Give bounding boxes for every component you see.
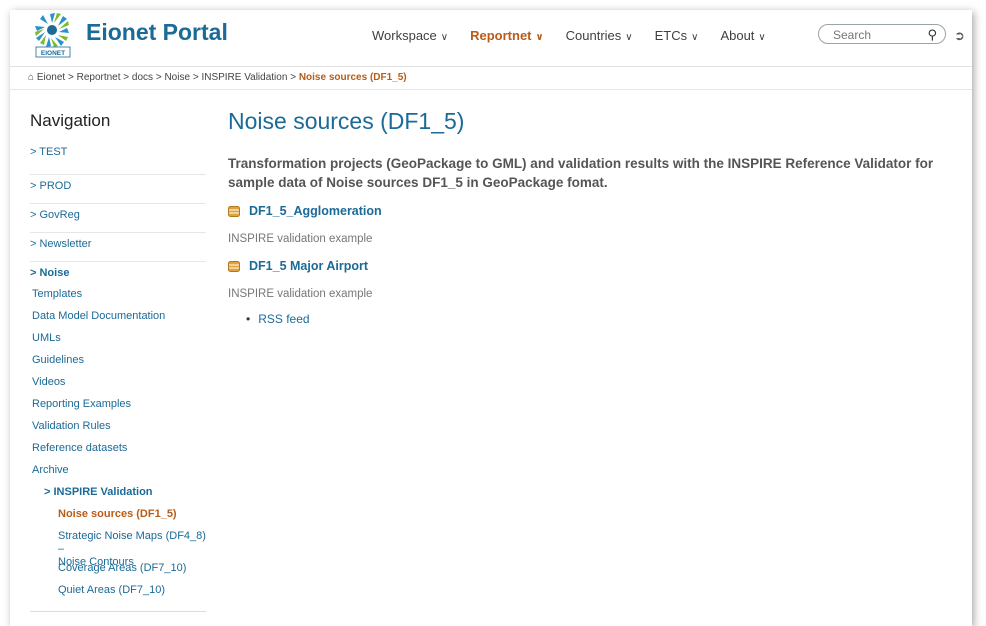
nav-label: Countries	[565, 28, 622, 43]
home-icon[interactable]: ⌂	[28, 72, 34, 83]
logo-text: EIONET	[41, 50, 65, 57]
nav-label: About	[720, 28, 755, 43]
nav-label: Reportnet	[470, 28, 532, 43]
breadcrumb-item[interactable]: Reportnet	[77, 72, 121, 83]
sidebar-subitem-coverage-areas[interactable]: Coverage Areas (DF7_10)	[30, 562, 206, 584]
header-divider	[10, 66, 972, 67]
breadcrumb-separator: >	[290, 72, 297, 83]
sidebar-subitem-reporting-examples[interactable]: Reporting Examples	[30, 398, 206, 420]
resource-label: DF1_5_Agglomeration	[249, 204, 382, 218]
breadcrumb-item[interactable]: INSPIRE Validation	[201, 72, 287, 83]
breadcrumb: ⌂ Eionet > Reportnet > docs > Noise > IN…	[28, 72, 407, 83]
sidebar-subitem-quiet-areas[interactable]: Quiet Areas (DF7_10)	[30, 584, 206, 606]
nav-etcs[interactable]: ETCs ∨	[655, 28, 699, 43]
nav-reportnet[interactable]: Reportnet ∨	[470, 28, 544, 43]
site-brand[interactable]: Eionet Portal	[86, 19, 228, 46]
nav-label: ETCs	[654, 28, 688, 43]
sidebar-item-prod[interactable]: > PROD	[30, 175, 206, 204]
resource-link-agglomeration[interactable]: DF1_5_Agglomeration	[228, 204, 382, 218]
resource-description: INSPIRE validation example	[228, 288, 373, 300]
sidebar-subitem-reference-datasets[interactable]: Reference datasets	[30, 442, 206, 464]
chevron-down-icon: ∨	[535, 32, 544, 43]
chevron-right-icon: >	[30, 146, 40, 158]
search-placeholder: Search	[833, 28, 872, 42]
page-description: Transformation projects (GeoPackage to G…	[228, 156, 934, 190]
chevron-down-icon: ∨	[758, 32, 766, 43]
page-title: Noise sources (DF1_5)	[228, 108, 465, 134]
sidebar-item-test[interactable]: > TEST	[30, 146, 206, 175]
breadcrumb-item[interactable]: Eionet	[37, 72, 65, 83]
sidebar-item-govreg[interactable]: > GovReg	[30, 204, 206, 233]
search-icon[interactable]: ⚲	[927, 27, 937, 43]
breadcrumb-separator: >	[192, 72, 199, 83]
sidebar-subitem-archive[interactable]: Archive	[30, 464, 206, 486]
sidebar-item-label: GovReg	[39, 209, 80, 221]
sidebar-subitem-templates[interactable]: Templates	[30, 288, 206, 310]
database-icon	[228, 260, 240, 272]
nav-label: Workspace	[372, 28, 437, 43]
login-icon[interactable]: ➲	[954, 28, 965, 44]
sidebar-divider	[30, 611, 206, 612]
nav-countries[interactable]: Countries ∨	[566, 28, 633, 43]
resource-link-major-airport[interactable]: DF1_5 Major Airport	[228, 259, 368, 273]
sidebar-nav: > TEST > PROD > GovReg > Newsletter > No…	[30, 146, 206, 606]
sidebar-subitem-guidelines[interactable]: Guidelines	[30, 354, 206, 376]
sidebar-item-noise[interactable]: > Noise	[30, 262, 206, 288]
rss-feed-item: • RSS feed	[246, 312, 310, 326]
breadcrumb-separator: >	[123, 72, 130, 83]
main-nav: Workspace ∨ Reportnet ∨ Countries ∨ ETCs ∨ A…	[372, 28, 788, 43]
breadcrumb-item[interactable]: docs	[132, 72, 153, 83]
sidebar-item-label: Noise	[39, 267, 70, 279]
breadcrumb-item[interactable]: Noise	[164, 72, 190, 83]
sidebar-section-inspire-validation[interactable]: > INSPIRE Validation	[30, 486, 206, 508]
resource-label: DF1_5 Major Airport	[249, 259, 369, 273]
breadcrumb-current: Noise sources (DF1_5)	[298, 72, 407, 83]
sidebar-subitem-noise-sources[interactable]: Noise sources (DF1_5)	[30, 508, 206, 530]
sidebar-item-label: PROD	[39, 180, 72, 192]
database-icon	[228, 205, 240, 217]
chevron-down-icon: ∨	[440, 32, 449, 43]
sidebar-item-label: TEST	[39, 146, 68, 158]
search-input[interactable]: Search ⚲	[818, 24, 946, 44]
breadcrumb-divider	[10, 89, 972, 90]
sidebar-item-newsletter[interactable]: > Newsletter	[30, 233, 206, 262]
chevron-down-icon: ∨	[691, 32, 699, 43]
sidebar-subitem-videos[interactable]: Videos	[30, 376, 206, 398]
rss-feed-link[interactable]: RSS feed	[258, 312, 309, 326]
breadcrumb-separator: >	[155, 72, 162, 83]
bullet-icon: •	[246, 312, 251, 326]
resource-description: INSPIRE validation example	[228, 233, 373, 245]
sidebar-subitem-validation-rules[interactable]: Validation Rules	[30, 420, 206, 442]
site-header: EIONET Eionet Portal Workspace ∨ Reportne…	[10, 10, 972, 66]
sidebar-section-label: INSPIRE Validation	[53, 486, 153, 498]
page: EIONET Eionet Portal Workspace ∨ Reportne…	[10, 10, 972, 626]
sidebar-subitem-data-model[interactable]: Data Model Documentation	[30, 310, 206, 332]
chevron-down-icon: ∨	[625, 32, 633, 43]
nav-about[interactable]: About ∨	[720, 28, 765, 43]
sidebar-title: Navigation	[30, 111, 111, 130]
breadcrumb-separator: >	[67, 72, 74, 83]
sidebar-subitem-umls[interactable]: UMLs	[30, 332, 206, 354]
nav-workspace[interactable]: Workspace ∨	[372, 28, 448, 43]
sidebar-item-label: Newsletter	[39, 238, 92, 250]
eionet-logo[interactable]: EIONET	[32, 12, 82, 58]
sidebar-subitem-strategic-noise-maps[interactable]: Strategic Noise Maps (DF4_8) – Noise Con…	[30, 530, 206, 568]
